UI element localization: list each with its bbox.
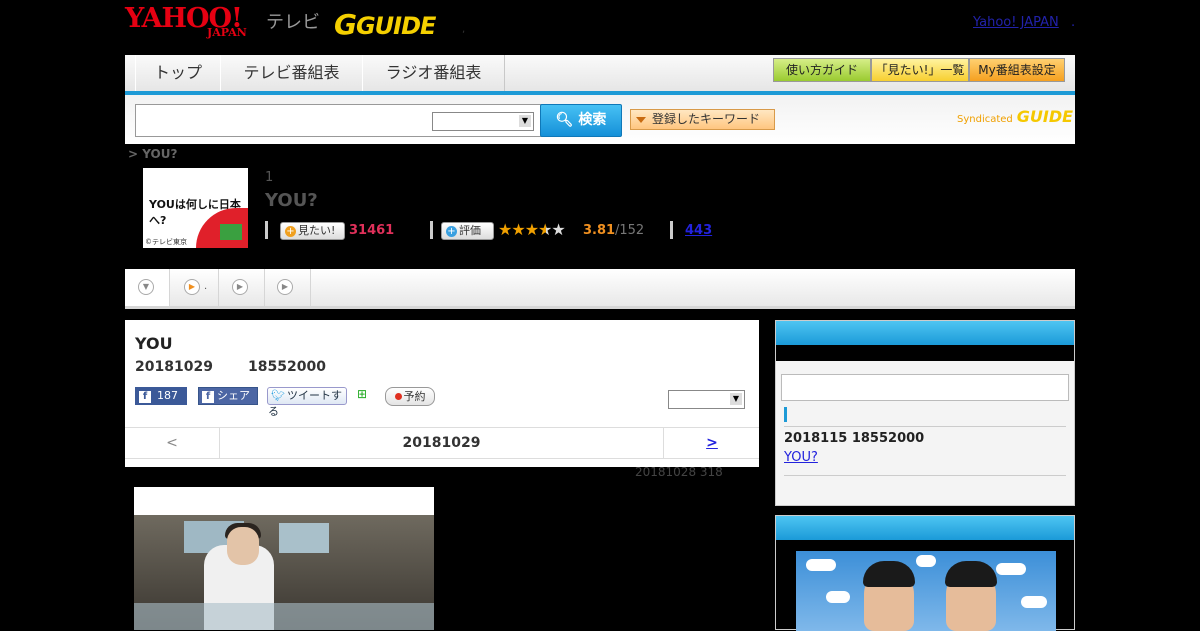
tab-tv-schedule[interactable]: テレビ番組表: [220, 55, 363, 91]
tab-top[interactable]: トップ: [135, 55, 221, 91]
add-calendar-icon[interactable]: ⊞: [357, 387, 373, 403]
thumbnail-copyright: ©テレビ東京: [145, 238, 187, 246]
syndicated-gguide-logo: Syndicated GUIDE: [957, 107, 1074, 126]
chevron-down-circle-icon: ▼: [138, 279, 154, 295]
japan-map-icon: [220, 224, 242, 240]
header-dot: ,: [462, 24, 466, 35]
related-broadcast-panel: 2018115 18552000 YOU?: [775, 320, 1075, 506]
guide-button[interactable]: 使い方ガイド: [773, 58, 871, 82]
updated-timestamp: 20181028 318: [635, 465, 723, 479]
subtab-2[interactable]: ▶ .: [170, 269, 219, 306]
program-photo: [134, 487, 434, 630]
program-thumbnail[interactable]: YOUは何しに日本へ? ©テレビ東京: [143, 168, 248, 248]
broadcast-panel: YOU 20181029 18552000 f 187 f シェア 🐦︎ ツイートする…: [125, 320, 759, 467]
main-nav: トップ テレビ番組表 ラジオ番組表 使い方ガイド 「見たい!」一覧 My番組表設…: [125, 55, 1075, 95]
facebook-share-button[interactable]: f シェア: [198, 387, 258, 405]
search-category-select[interactable]: ▼: [432, 112, 534, 131]
triangle-down-icon: [636, 116, 646, 123]
mitai-count: 31461: [349, 223, 395, 238]
facebook-like-count[interactable]: f 187: [135, 387, 187, 405]
promo-panel: [775, 515, 1075, 631]
play-circle-icon: ▶: [184, 279, 200, 295]
search-bar: ▼ 🔍︎ 検索 登録したキーワード Syndicated GUIDE: [125, 95, 1075, 144]
star-empty-icon: ★: [551, 220, 565, 239]
date-pager: < 20181029 >: [125, 427, 759, 459]
divider: [430, 221, 433, 239]
subtab-1[interactable]: ▼: [125, 269, 170, 306]
tab-radio-schedule[interactable]: ラジオ番組表: [362, 55, 505, 91]
facebook-icon: f: [139, 391, 151, 403]
program-number: 1: [265, 170, 274, 185]
search-icon: 🔍︎: [555, 112, 574, 128]
mitai-button[interactable]: + 見たい!: [280, 222, 345, 240]
facebook-icon: f: [202, 391, 214, 403]
divider: [265, 221, 268, 239]
rate-button[interactable]: + 評価: [441, 222, 494, 240]
tweet-button[interactable]: 🐦︎ ツイートする: [267, 387, 347, 418]
gguide-logo[interactable]: GGUIDE: [334, 8, 436, 41]
related-date-time: 2018115 18552000: [784, 431, 925, 446]
next-date-button[interactable]: >: [663, 428, 760, 458]
my-schedule-button[interactable]: My番組表設定: [969, 58, 1065, 82]
play-circle-icon: ▶: [232, 279, 248, 295]
panel-header: [776, 516, 1074, 540]
reserve-button[interactable]: 予約: [385, 387, 435, 406]
program-title: YOU?: [265, 190, 318, 211]
record-dot-icon: [394, 393, 402, 400]
plus-icon: +: [446, 226, 457, 237]
yahoo-japan-link[interactable]: Yahoo! JAPAN: [973, 15, 1059, 30]
section-marker: [784, 407, 787, 422]
panel-box: [781, 374, 1069, 401]
pager-date: 20181029: [402, 435, 481, 451]
sub-tabs: ▼ ▶ . ▶ ▶: [125, 269, 1075, 309]
broadcast-date: 20181029: [135, 359, 213, 375]
plus-icon: +: [285, 226, 296, 237]
review-count-link[interactable]: 443: [685, 223, 712, 238]
broadcast-title: YOU: [135, 334, 173, 353]
tv-logo-text[interactable]: テレビ: [266, 8, 320, 34]
prev-date-button[interactable]: <: [125, 428, 220, 458]
subtab-4[interactable]: ▶: [265, 269, 311, 306]
chevron-down-icon: ▼: [730, 393, 742, 405]
search-button[interactable]: 🔍︎ 検索: [540, 104, 622, 137]
device-select[interactable]: ▼: [668, 390, 745, 409]
rating-votes: /152: [615, 223, 645, 238]
mitai-list-button[interactable]: 「見たい!」一覧: [871, 58, 969, 82]
header-link-dot: .: [1071, 15, 1076, 30]
search-button-label: 検索: [578, 112, 607, 128]
promo-image[interactable]: [796, 551, 1056, 631]
star-icon: ★★★: [498, 220, 539, 239]
divider: [670, 221, 673, 239]
play-circle-icon: ▶: [277, 279, 293, 295]
chevron-down-icon: ▼: [519, 115, 531, 127]
broadcast-time: 18552000: [248, 359, 326, 375]
twitter-bird-icon: 🐦︎: [271, 389, 285, 402]
related-program-link[interactable]: YOU?: [784, 450, 818, 465]
subtab-3[interactable]: ▶: [219, 269, 265, 306]
keyword-label: 登録したキーワード: [652, 112, 761, 126]
rating-stars: ★★★★★: [498, 220, 566, 239]
star-half-icon: ★: [538, 220, 552, 239]
panel-header: [776, 321, 1074, 345]
breadcrumb: > YOU?: [128, 147, 178, 161]
rating-score: 3.81: [583, 223, 616, 238]
registered-keyword-button[interactable]: 登録したキーワード: [630, 109, 775, 130]
yahoo-japan-logo-sub: JAPAN: [207, 26, 247, 39]
